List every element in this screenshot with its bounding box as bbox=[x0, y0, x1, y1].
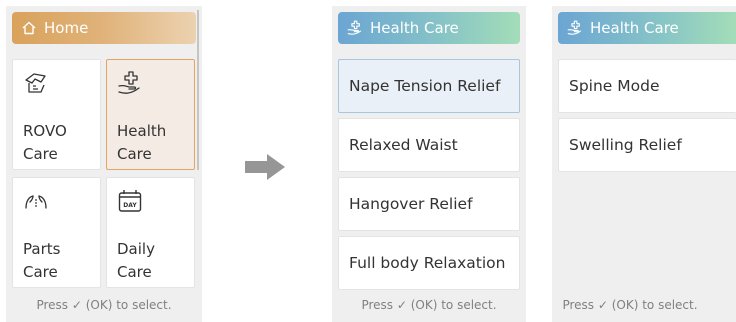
tile-health-care-label: Health Care bbox=[117, 122, 167, 163]
right-arrow-icon bbox=[245, 154, 285, 180]
health-care-icon bbox=[347, 20, 362, 35]
health-care-header-1: Health Care bbox=[338, 12, 520, 44]
home-scrollbar[interactable] bbox=[197, 10, 199, 170]
tile-rovo-care-label: ROVO Care bbox=[23, 122, 67, 163]
menu-item-spine-mode[interactable]: Spine Mode bbox=[558, 59, 736, 113]
menu-item-swelling-relief[interactable]: Swelling Relief bbox=[558, 118, 736, 172]
menu-item-label: Spine Mode bbox=[569, 77, 660, 95]
health-care-icon bbox=[567, 20, 582, 35]
health-care-icon bbox=[118, 71, 140, 94]
parts-care-icon bbox=[25, 195, 47, 209]
rovo-care-icon bbox=[25, 73, 46, 93]
svg-text:DAY: DAY bbox=[123, 202, 137, 209]
health-care-panel-1: Health Care Nape Tension Relief Relaxed … bbox=[332, 6, 526, 322]
menu-item-label: Full body Relaxation bbox=[349, 254, 506, 272]
tile-health-care[interactable]: Health Care bbox=[106, 59, 195, 170]
home-hint: Press ✓ (OK) to select. bbox=[36, 298, 172, 312]
tile-daily-care-label: Daily Care bbox=[117, 240, 155, 281]
home-header: Home bbox=[12, 12, 196, 44]
health-care-hint-1: Press ✓ (OK) to select. bbox=[361, 298, 497, 312]
home-header-title: Home bbox=[44, 19, 89, 37]
tile-parts-care[interactable]: Parts Care bbox=[12, 177, 101, 288]
health-care-hint-2: Press ✓ (OK) to select. bbox=[562, 298, 698, 312]
home-icon bbox=[22, 21, 36, 35]
menu-item-hangover-relief[interactable]: Hangover Relief bbox=[338, 177, 520, 231]
tile-parts-care-label: Parts Care bbox=[23, 240, 61, 281]
health-care-header-2: Health Care bbox=[558, 12, 736, 44]
menu-item-label: Relaxed Waist bbox=[349, 136, 458, 154]
menu-item-label: Hangover Relief bbox=[349, 195, 473, 213]
menu-item-nape-tension-relief[interactable]: Nape Tension Relief bbox=[338, 59, 520, 113]
menu-item-label: Nape Tension Relief bbox=[349, 77, 501, 95]
menu-item-relaxed-waist[interactable]: Relaxed Waist bbox=[338, 118, 520, 172]
home-panel: Home ROVO Care Health Care Parts Care DA… bbox=[6, 6, 202, 322]
menu-item-label: Swelling Relief bbox=[569, 136, 682, 154]
tile-rovo-care[interactable]: ROVO Care bbox=[12, 59, 101, 170]
health-care-panel-2: Health Care Spine Mode Swelling Relief P… bbox=[552, 6, 736, 322]
tile-daily-care[interactable]: DAY Daily Care bbox=[106, 177, 195, 288]
daily-care-icon: DAY bbox=[118, 190, 142, 212]
menu-item-full-body-relaxation[interactable]: Full body Relaxation bbox=[338, 236, 520, 290]
health-care-header-title-1: Health Care bbox=[370, 19, 459, 37]
health-care-header-title-2: Health Care bbox=[590, 19, 679, 37]
